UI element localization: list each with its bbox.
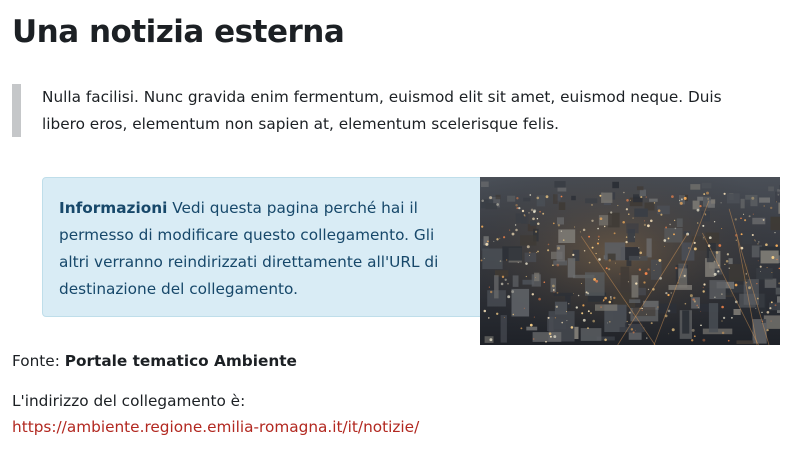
lead-accent-bar <box>12 84 21 137</box>
lead-text: Nulla facilisi. Nunc gravida enim fermen… <box>42 88 722 133</box>
info-alert: Informazioni Vedi questa pagina perché h… <box>42 177 492 317</box>
link-address-label: L'indirizzo del collegamento è: <box>12 392 246 410</box>
city-photo-illustration <box>480 177 780 345</box>
info-label: Informazioni <box>59 199 168 217</box>
external-url-link[interactable]: https://ambiente.regione.emilia-romagna.… <box>12 414 419 441</box>
source-label: Fonte: <box>12 352 60 370</box>
source-name: Portale tematico Ambiente <box>64 352 297 370</box>
page-title: Una notizia esterna <box>12 14 345 50</box>
source-line: Fonte: Portale tematico Ambiente <box>12 348 297 375</box>
info-message: Informazioni Vedi questa pagina perché h… <box>59 195 459 303</box>
city-image <box>480 177 780 345</box>
lead-paragraph: Nulla facilisi. Nunc gravida enim fermen… <box>12 84 762 137</box>
